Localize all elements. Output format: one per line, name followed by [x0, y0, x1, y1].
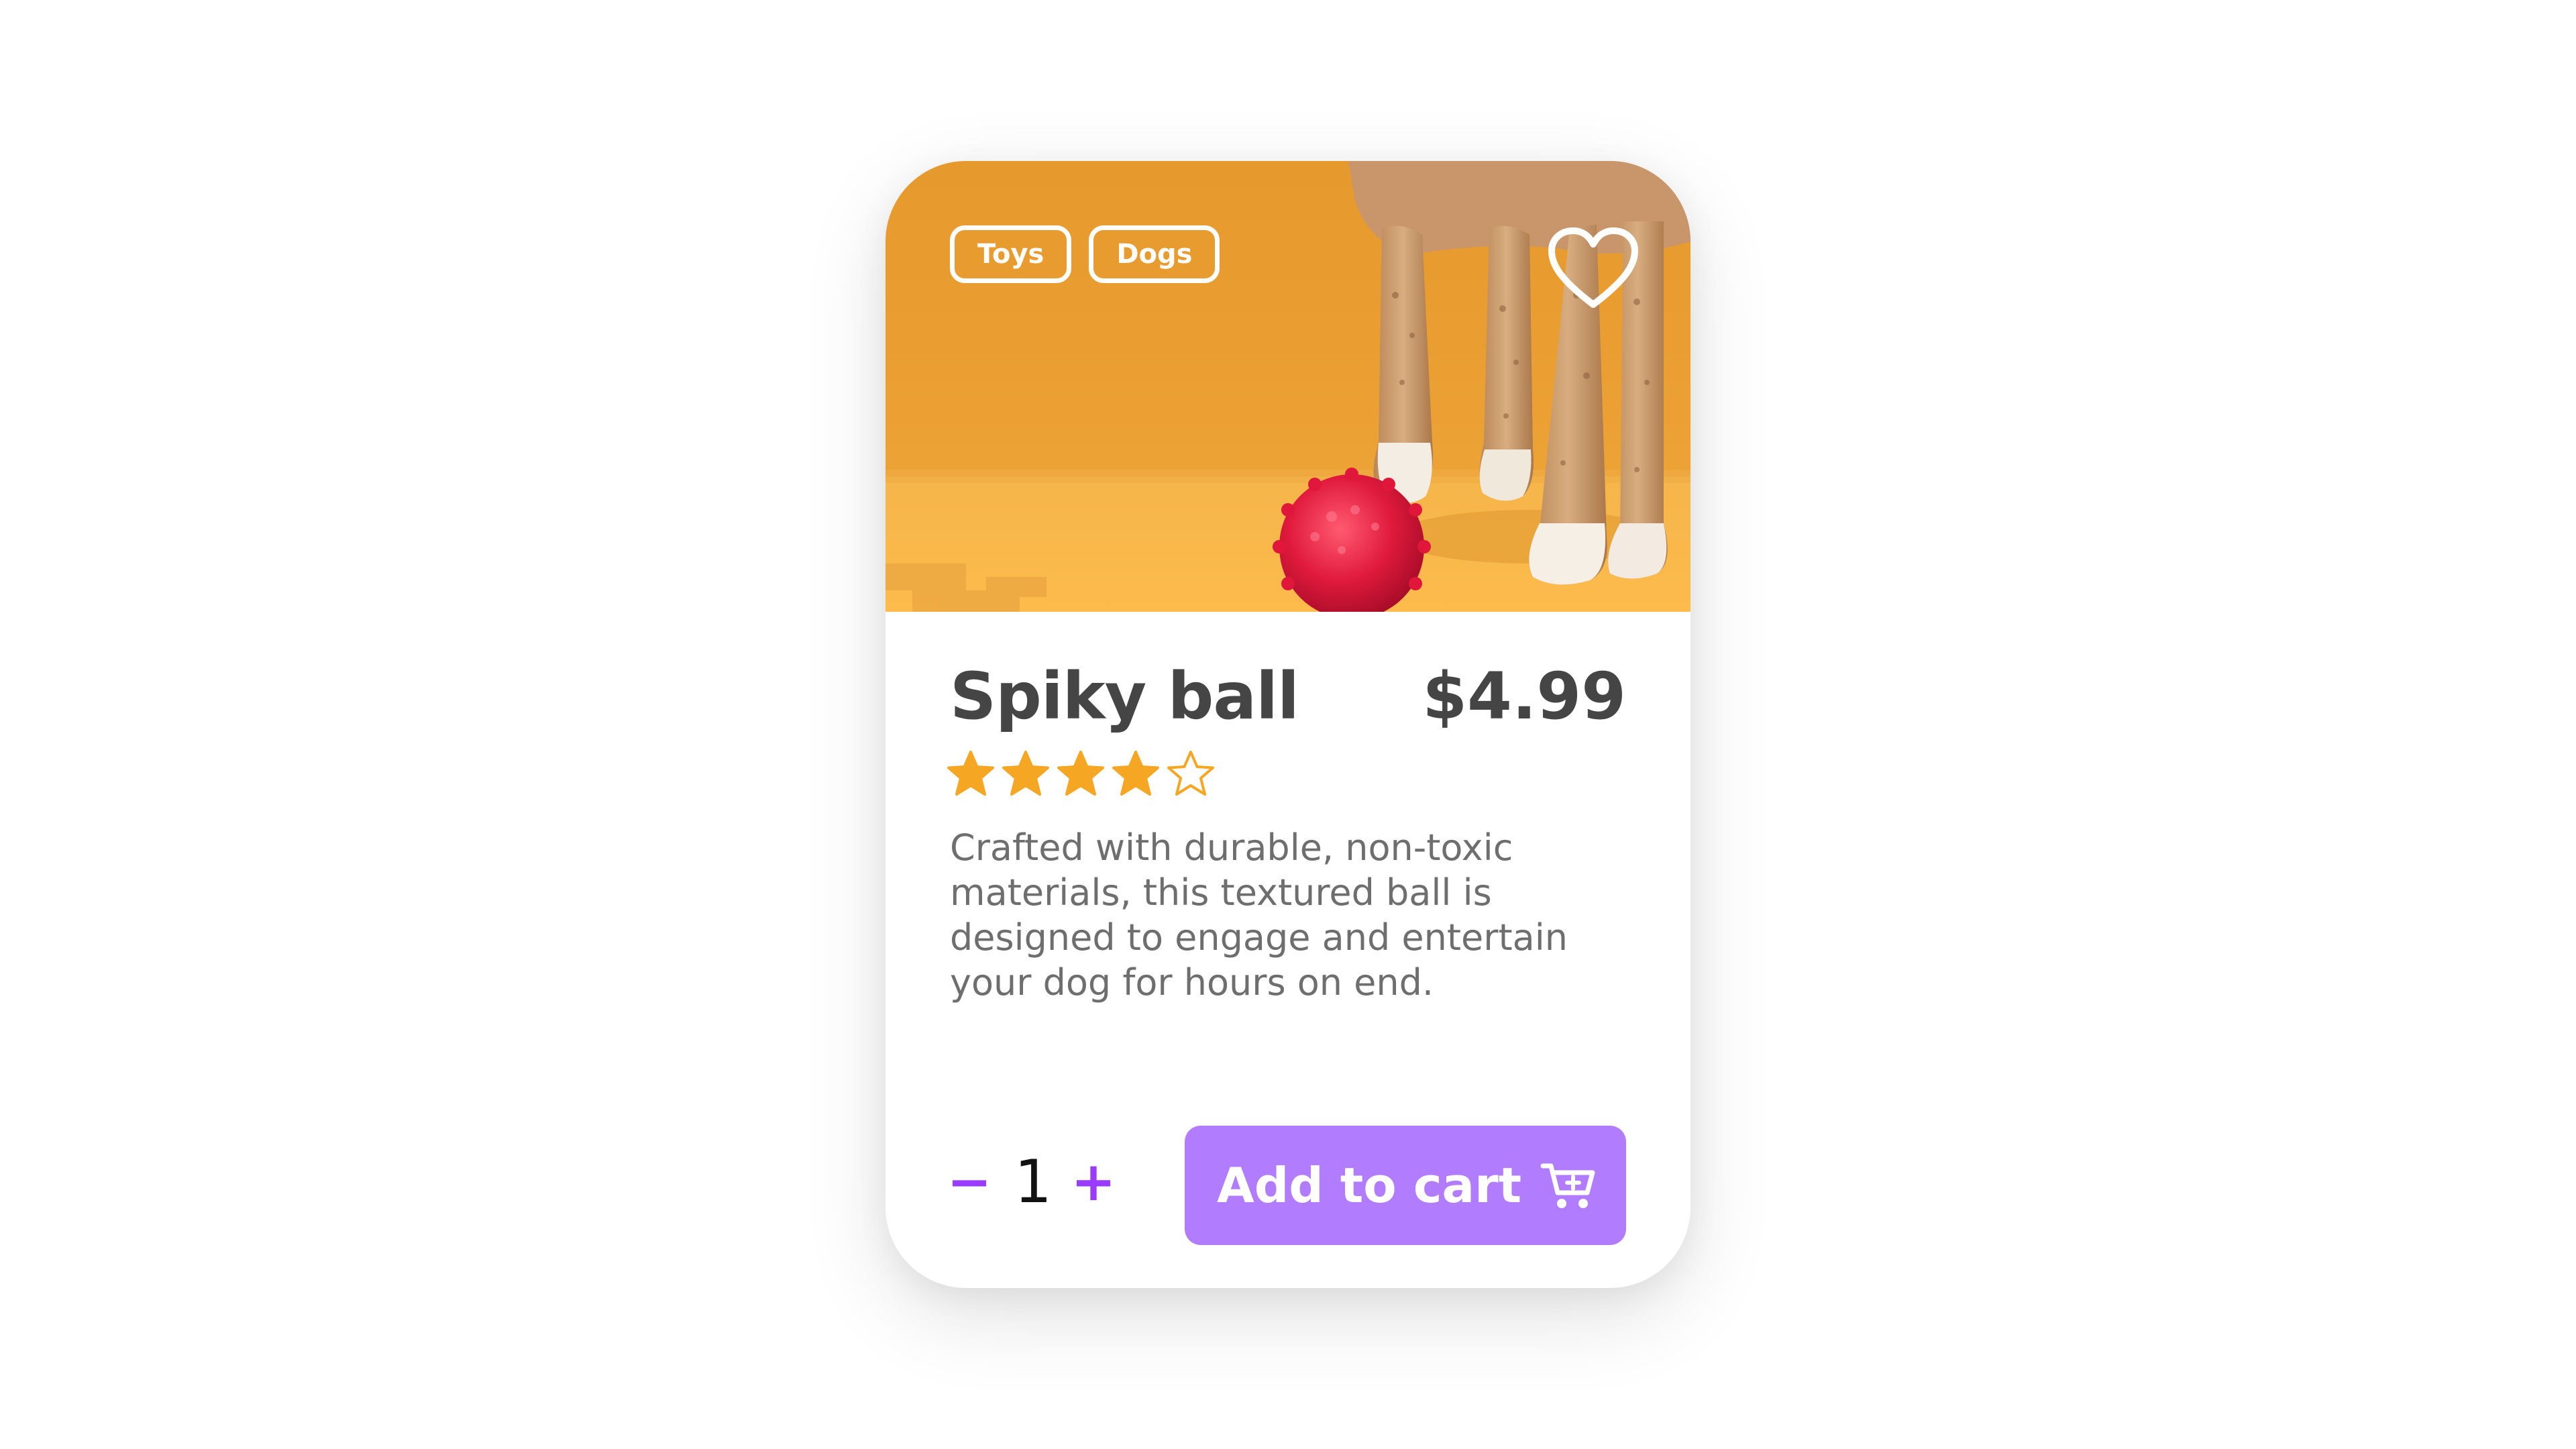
- page-canvas: Toys Dogs Spiky ball $4.99 Crafted with …: [0, 0, 2576, 1449]
- star-filled-icon: [1057, 751, 1104, 796]
- heart-outline-icon: [1548, 227, 1638, 308]
- tag-toys[interactable]: Toys: [950, 225, 1072, 283]
- product-title: Spiky ball: [950, 659, 1299, 734]
- product-card: Toys Dogs Spiky ball $4.99 Crafted with …: [885, 161, 1690, 1288]
- star-filled-icon: [1112, 751, 1159, 796]
- tag-dogs[interactable]: Dogs: [1089, 225, 1220, 283]
- product-image: Toys Dogs: [885, 161, 1690, 612]
- quantity-value: 1: [1014, 1147, 1052, 1216]
- title-row: Spiky ball $4.99: [950, 659, 1626, 739]
- add-to-cart-label: Add to cart: [1217, 1157, 1522, 1214]
- rating-stars: [946, 749, 1216, 799]
- product-description: Crafted with durable, non-toxic material…: [950, 826, 1568, 1004]
- star-empty-icon: [1167, 751, 1214, 796]
- cart-plus-icon: [1540, 1163, 1595, 1208]
- favorite-button[interactable]: [1546, 225, 1640, 313]
- add-to-cart-button[interactable]: Add to cart: [1185, 1126, 1626, 1245]
- quantity-stepper: − 1 +: [946, 1122, 1120, 1242]
- star-filled-icon: [1002, 751, 1049, 796]
- tag-list: Toys Dogs: [950, 225, 1220, 283]
- product-price: $4.99: [1422, 659, 1626, 734]
- star-filled-icon: [947, 751, 994, 796]
- quantity-decrement-button[interactable]: −: [943, 1148, 996, 1216]
- quantity-increment-button[interactable]: +: [1067, 1148, 1120, 1216]
